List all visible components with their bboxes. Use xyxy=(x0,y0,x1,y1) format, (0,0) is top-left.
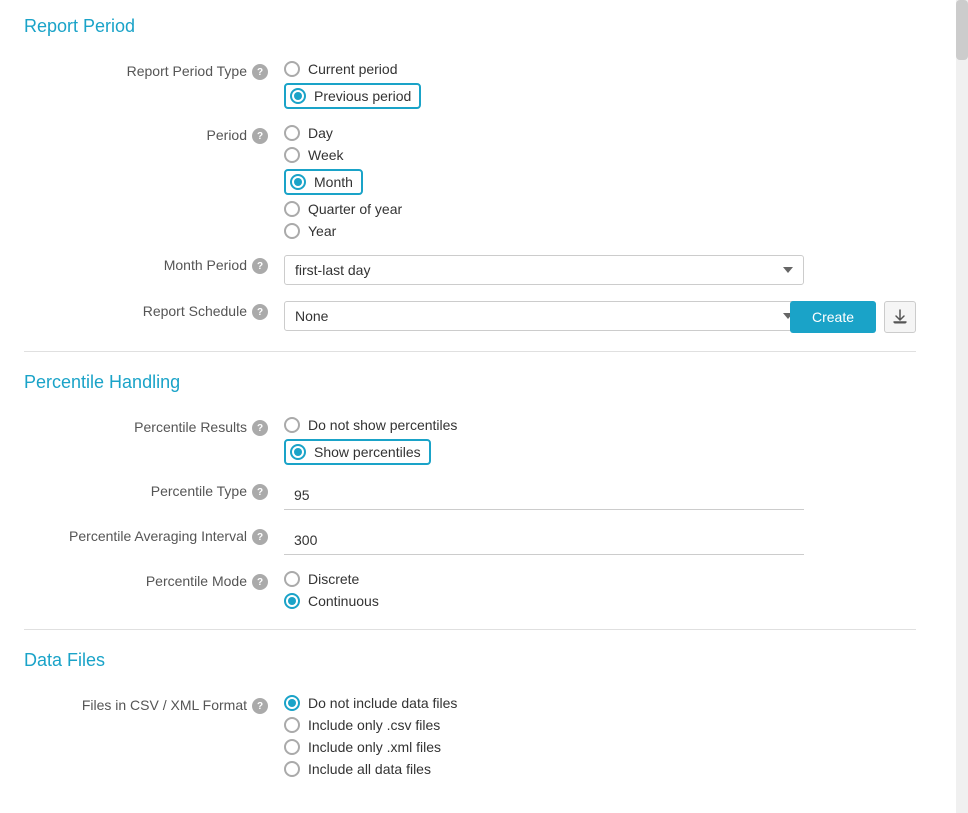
radio-previous-period[interactable]: Previous period xyxy=(284,83,916,109)
files-csv-xml-help-icon[interactable]: ? xyxy=(252,698,268,714)
radio-previous-period-input[interactable] xyxy=(290,88,306,104)
percentile-type-input[interactable] xyxy=(284,481,804,510)
radio-xml-only-label: Include only .xml files xyxy=(308,739,441,755)
radio-previous-period-label: Previous period xyxy=(314,88,411,104)
radio-do-not-include-label: Do not include data files xyxy=(308,695,457,711)
period-help-icon[interactable]: ? xyxy=(252,128,268,144)
radio-day[interactable]: Day xyxy=(284,125,916,141)
radio-do-not-include-input[interactable] xyxy=(284,695,300,711)
month-period-label: Month Period ? xyxy=(24,255,284,274)
percentile-mode-row: Percentile Mode ? Discrete Continuous xyxy=(24,571,916,609)
radio-all-data-files-label: Include all data files xyxy=(308,761,431,777)
percentile-averaging-control xyxy=(284,526,916,555)
radio-day-label: Day xyxy=(308,125,333,141)
radio-year-input[interactable] xyxy=(284,223,300,239)
period-row: Period ? Day Week Month Quarter of year xyxy=(24,125,916,239)
percentile-type-row: Percentile Type ? xyxy=(24,481,916,510)
percentile-results-label: Percentile Results ? xyxy=(24,417,284,436)
report-schedule-row: Report Schedule ? None Create xyxy=(24,301,916,331)
radio-xml-only-input[interactable] xyxy=(284,739,300,755)
scrollbar-thumb[interactable] xyxy=(956,0,968,60)
files-csv-xml-label: Files in CSV / XML Format ? xyxy=(24,695,284,714)
download-icon xyxy=(892,309,908,325)
radio-year-label: Year xyxy=(308,223,336,239)
radio-month-input[interactable] xyxy=(290,174,306,190)
radio-month[interactable]: Month xyxy=(284,169,916,195)
report-period-type-label: Report Period Type ? xyxy=(24,61,284,80)
percentile-type-help-icon[interactable]: ? xyxy=(252,484,268,500)
divider-1 xyxy=(24,351,916,352)
download-icon-button[interactable] xyxy=(884,301,916,333)
scrollbar-track[interactable] xyxy=(956,0,968,813)
radio-discrete-input[interactable] xyxy=(284,571,300,587)
percentile-results-row: Percentile Results ? Do not show percent… xyxy=(24,417,916,465)
radio-continuous[interactable]: Continuous xyxy=(284,593,916,609)
radio-discrete[interactable]: Discrete xyxy=(284,571,916,587)
radio-current-period-input[interactable] xyxy=(284,61,300,77)
radio-csv-only[interactable]: Include only .csv files xyxy=(284,717,916,733)
report-schedule-label: Report Schedule ? xyxy=(24,301,284,320)
percentile-results-help-icon[interactable]: ? xyxy=(252,420,268,436)
radio-quarter[interactable]: Quarter of year xyxy=(284,201,916,217)
radio-all-data-files[interactable]: Include all data files xyxy=(284,761,916,777)
data-files-title: Data Files xyxy=(24,650,916,675)
radio-week-label: Week xyxy=(308,147,344,163)
radio-xml-only[interactable]: Include only .xml files xyxy=(284,739,916,755)
radio-continuous-label: Continuous xyxy=(308,593,379,609)
radio-do-not-show-input[interactable] xyxy=(284,417,300,433)
radio-do-not-show[interactable]: Do not show percentiles xyxy=(284,417,916,433)
radio-week-input[interactable] xyxy=(284,147,300,163)
radio-discrete-label: Discrete xyxy=(308,571,359,587)
percentile-averaging-label: Percentile Averaging Interval ? xyxy=(24,526,284,545)
percentile-mode-help-icon[interactable]: ? xyxy=(252,574,268,590)
radio-show-percentiles-input[interactable] xyxy=(290,444,306,460)
report-period-type-help-icon[interactable]: ? xyxy=(252,64,268,80)
month-period-row: Month Period ? first-last day xyxy=(24,255,916,285)
month-period-help-icon[interactable]: ? xyxy=(252,258,268,274)
radio-do-not-include[interactable]: Do not include data files xyxy=(284,695,916,711)
month-period-control: first-last day xyxy=(284,255,916,285)
percentile-type-control xyxy=(284,481,916,510)
radio-week[interactable]: Week xyxy=(284,147,916,163)
radio-continuous-input[interactable] xyxy=(284,593,300,609)
report-schedule-select[interactable]: None xyxy=(284,301,804,331)
percentile-mode-control: Discrete Continuous xyxy=(284,571,916,609)
radio-csv-only-input[interactable] xyxy=(284,717,300,733)
radio-quarter-label: Quarter of year xyxy=(308,201,402,217)
percentile-handling-title: Percentile Handling xyxy=(24,372,916,397)
radio-year[interactable]: Year xyxy=(284,223,916,239)
radio-do-not-show-label: Do not show percentiles xyxy=(308,417,457,433)
percentile-averaging-row: Percentile Averaging Interval ? xyxy=(24,526,916,555)
period-control: Day Week Month Quarter of year Year xyxy=(284,125,916,239)
report-schedule-help-icon[interactable]: ? xyxy=(252,304,268,320)
radio-current-period[interactable]: Current period xyxy=(284,61,916,77)
radio-show-percentiles-label: Show percentiles xyxy=(314,444,421,460)
files-csv-xml-row: Files in CSV / XML Format ? Do not inclu… xyxy=(24,695,916,777)
percentile-averaging-help-icon[interactable]: ? xyxy=(252,529,268,545)
radio-show-percentiles[interactable]: Show percentiles xyxy=(284,439,916,465)
radio-csv-only-label: Include only .csv files xyxy=(308,717,440,733)
radio-all-data-files-input[interactable] xyxy=(284,761,300,777)
action-buttons: Create xyxy=(790,301,916,333)
percentile-results-control: Do not show percentiles Show percentiles xyxy=(284,417,916,465)
report-period-type-control: Current period Previous period xyxy=(284,61,916,109)
period-label: Period ? xyxy=(24,125,284,144)
report-period-title: Report Period xyxy=(24,16,916,41)
radio-current-period-label: Current period xyxy=(308,61,398,77)
radio-month-label: Month xyxy=(314,174,353,190)
percentile-type-label: Percentile Type ? xyxy=(24,481,284,500)
percentile-mode-label: Percentile Mode ? xyxy=(24,571,284,590)
radio-quarter-input[interactable] xyxy=(284,201,300,217)
month-period-select[interactable]: first-last day xyxy=(284,255,804,285)
report-period-type-row: Report Period Type ? Current period Prev… xyxy=(24,61,916,109)
radio-day-input[interactable] xyxy=(284,125,300,141)
percentile-averaging-input[interactable] xyxy=(284,526,804,555)
divider-2 xyxy=(24,629,916,630)
create-button[interactable]: Create xyxy=(790,301,876,333)
files-csv-xml-control: Do not include data files Include only .… xyxy=(284,695,916,777)
